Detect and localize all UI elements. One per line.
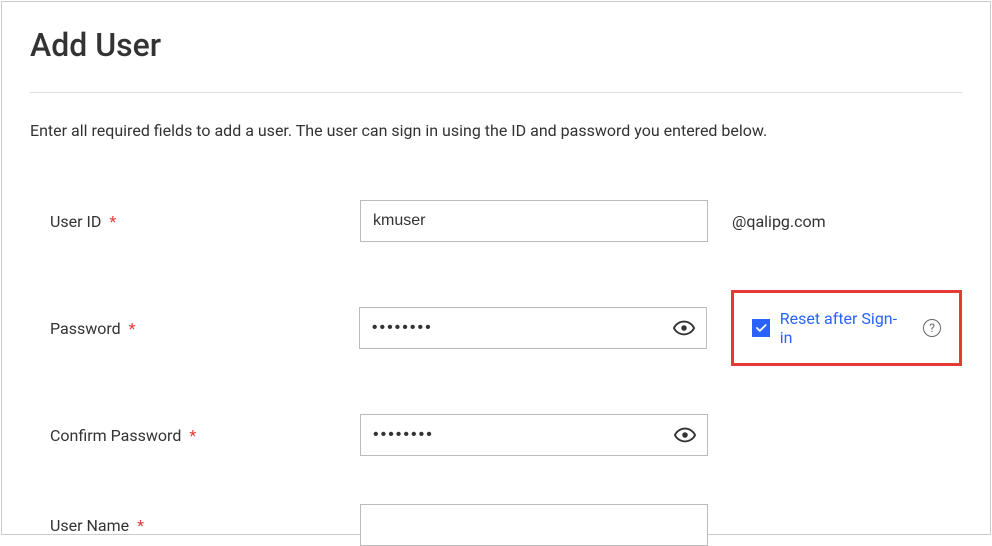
reset-after-signin-checkbox[interactable] <box>752 319 770 337</box>
confirm-password-label-text: Confirm Password <box>50 426 181 445</box>
confirm-password-input[interactable] <box>360 414 708 456</box>
password-row: Password * Reset after Sign-in ? <box>30 290 962 366</box>
password-input[interactable] <box>359 307 707 349</box>
divider <box>30 92 962 93</box>
confirm-password-label: Confirm Password * <box>30 426 360 445</box>
user-id-label-text: User ID <box>50 212 101 231</box>
required-asterisk: * <box>189 426 196 445</box>
required-asterisk: * <box>137 516 144 535</box>
user-name-label: User Name * <box>30 516 360 535</box>
page-title: Add User <box>30 26 962 64</box>
user-id-label: User ID * <box>30 212 360 231</box>
password-label-text: Password <box>50 319 121 338</box>
reset-after-signin-label: Reset after Sign-in <box>780 309 909 347</box>
user-id-input[interactable] <box>360 200 708 242</box>
page-description: Enter all required fields to add a user.… <box>30 121 962 140</box>
user-name-label-text: User Name <box>50 516 129 535</box>
password-label: Password * <box>30 319 359 338</box>
user-id-row: User ID * @qalipg.com <box>30 200 962 242</box>
reset-after-signin-highlight: Reset after Sign-in ? <box>731 290 962 366</box>
eye-icon[interactable] <box>673 317 695 339</box>
user-name-input[interactable] <box>360 504 708 546</box>
confirm-password-row: Confirm Password * <box>30 414 962 456</box>
user-id-domain: @qalipg.com <box>732 212 826 231</box>
user-name-row: User Name * <box>30 504 962 546</box>
eye-icon[interactable] <box>674 424 696 446</box>
help-icon[interactable]: ? <box>923 319 941 337</box>
required-asterisk: * <box>129 319 136 338</box>
required-asterisk: * <box>109 212 116 231</box>
